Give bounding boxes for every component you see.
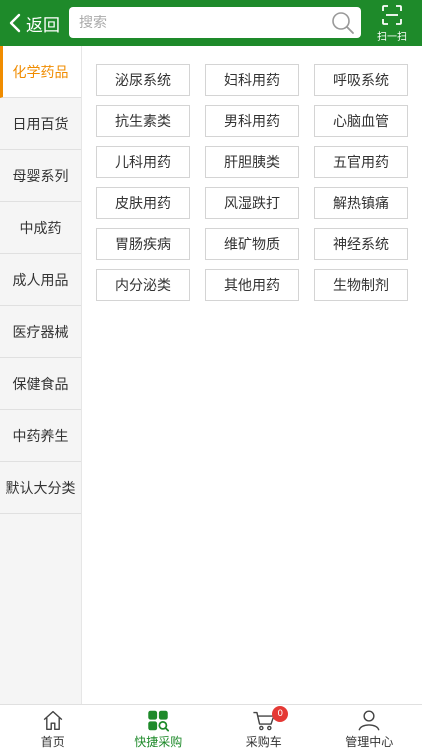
subcategory-button[interactable]: 五官用药 xyxy=(314,146,408,178)
subcategory-button[interactable]: 呼吸系统 xyxy=(314,64,408,96)
category-sidebar: 化学药品 日用百货 母婴系列 中成药 成人用品 医疗器械 保健食品 中药养生 默… xyxy=(0,46,82,704)
subcategory-button[interactable]: 儿科用药 xyxy=(96,146,190,178)
back-button[interactable]: 返回 xyxy=(8,0,60,46)
subcategory-button[interactable]: 心脑血管 xyxy=(314,105,408,137)
subcategory-button[interactable]: 妇科用药 xyxy=(205,64,299,96)
subcategory-button[interactable]: 风湿跌打 xyxy=(205,187,299,219)
subcategory-button[interactable]: 神经系统 xyxy=(314,228,408,260)
subcategory-button[interactable]: 胃肠疾病 xyxy=(96,228,190,260)
scan-label: 扫一扫 xyxy=(377,32,407,43)
subcategory-button[interactable]: 其他用药 xyxy=(205,269,299,301)
back-label: 返回 xyxy=(26,15,60,36)
subcategory-button[interactable]: 男科用药 xyxy=(205,105,299,137)
scan-icon xyxy=(382,5,402,25)
subcategory-button[interactable]: 内分泌类 xyxy=(96,269,190,301)
chevron-left-icon xyxy=(9,13,21,33)
sidebar-item-medical-devices[interactable]: 医疗器械 xyxy=(0,306,81,358)
sidebar-item-health-food[interactable]: 保健食品 xyxy=(0,358,81,410)
tab-cart[interactable]: 0 采购车 xyxy=(211,705,317,750)
subcategory-button[interactable]: 肝胆胰类 xyxy=(205,146,299,178)
subcategory-button[interactable]: 抗生素类 xyxy=(96,105,190,137)
sidebar-item-tcm-wellness[interactable]: 中药养生 xyxy=(0,410,81,462)
tab-quick-purchase[interactable]: 快捷采购 xyxy=(106,705,212,750)
search-box[interactable] xyxy=(69,7,361,38)
search-input[interactable] xyxy=(79,14,331,31)
tab-management-center-label: 管理中心 xyxy=(345,735,394,749)
subcategory-button[interactable]: 生物制剂 xyxy=(314,269,408,301)
subcategory-button[interactable]: 维矿物质 xyxy=(205,228,299,260)
subcategory-button[interactable]: 泌尿系统 xyxy=(96,64,190,96)
scan-button[interactable]: 扫一扫 xyxy=(372,2,412,44)
tab-quick-purchase-label: 快捷采购 xyxy=(134,735,183,749)
sidebar-item-chemical-drugs[interactable]: 化学药品 xyxy=(0,46,81,98)
tab-management-center[interactable]: 管理中心 xyxy=(317,705,422,750)
user-icon xyxy=(358,710,380,731)
tab-home[interactable]: 首页 xyxy=(0,705,106,750)
home-icon xyxy=(43,710,63,731)
sidebar-item-chinese-patent-medicine[interactable]: 中成药 xyxy=(0,202,81,254)
bottom-tab-bar: 首页 快捷采购 0 采购车 管理中心 xyxy=(0,704,422,750)
sidebar-item-default-category[interactable]: 默认大分类 xyxy=(0,462,81,514)
sidebar-item-maternal-baby[interactable]: 母婴系列 xyxy=(0,150,81,202)
tab-cart-label: 采购车 xyxy=(245,735,282,749)
subcategory-grid: 泌尿系统 妇科用药 呼吸系统 抗生素类 男科用药 心脑血管 儿科用药 肝胆胰类 … xyxy=(96,64,408,301)
cart-badge: 0 xyxy=(272,706,289,722)
sidebar-item-adult-products[interactable]: 成人用品 xyxy=(0,254,81,306)
tab-home-label: 首页 xyxy=(40,735,65,749)
search-icon[interactable] xyxy=(331,11,355,35)
subcategory-button[interactable]: 解热镇痛 xyxy=(314,187,408,219)
subcategory-button[interactable]: 皮肤用药 xyxy=(96,187,190,219)
sidebar-item-daily-goods[interactable]: 日用百货 xyxy=(0,98,81,150)
quick-purchase-icon xyxy=(148,710,170,732)
top-bar: 返回 扫一扫 xyxy=(0,0,422,46)
